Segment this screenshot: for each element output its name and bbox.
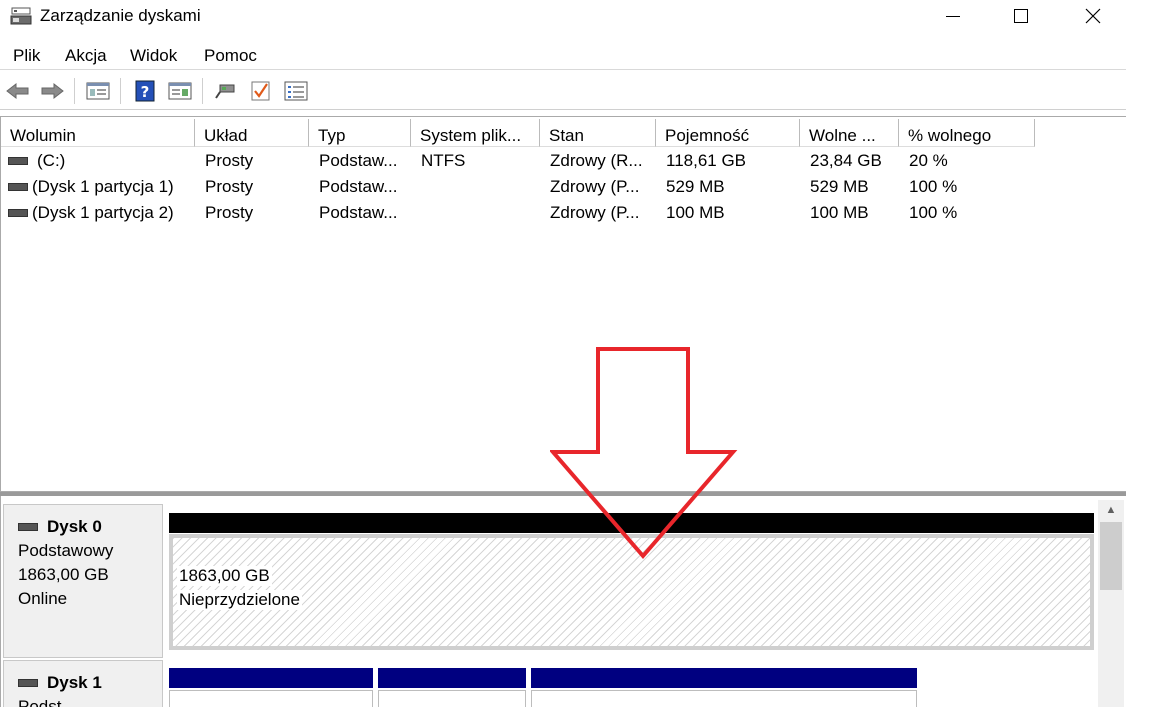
cell-system-plikow: NTFS [421, 151, 466, 170]
column-header-system-plikow[interactable]: System plik... [411, 119, 540, 147]
cell-uklad: Prosty [205, 203, 254, 222]
minimize-icon [946, 15, 960, 17]
help-button[interactable]: ? [131, 78, 159, 104]
title-bar: Zarządzanie dyskami [0, 0, 1152, 34]
table-row[interactable]: (Dysk 1 partycja 2) Prosty Podstaw... Zd… [1, 201, 1125, 227]
disk-0-type: Podstawowy [18, 541, 114, 560]
console-view-icon [86, 82, 110, 100]
unallocated-label: Nieprzydzielone [177, 590, 302, 610]
column-header-stan[interactable]: Stan [540, 119, 656, 147]
volume-icon [8, 157, 28, 165]
cell-pojemnosc: 529 MB [666, 177, 725, 196]
cell-procent-wolnego: 100 % [909, 203, 958, 222]
toolbar: ? [0, 72, 1126, 110]
forward-arrow-icon [41, 82, 64, 100]
cell-wolumin: (C:) [37, 151, 66, 170]
close-button[interactable] [1070, 0, 1116, 32]
cell-procent-wolnego: 100 % [909, 177, 958, 196]
scrollbar-thumb[interactable] [1100, 522, 1122, 590]
disk-1-partitions [167, 666, 927, 707]
maximize-icon [1014, 9, 1028, 23]
cell-wolumin: (Dysk 1 partycja 1) [32, 177, 174, 196]
disk-management-app-icon [10, 7, 32, 25]
disk-1-label[interactable]: Dysk 1 Podst [3, 660, 163, 707]
disk-0-name: Dysk 0 [47, 517, 102, 536]
cell-typ: Podstaw... [319, 177, 398, 196]
disk-icon [18, 523, 38, 531]
cell-uklad: Prosty [205, 177, 254, 196]
back-button[interactable] [4, 78, 32, 104]
maximize-button[interactable] [998, 0, 1044, 32]
table-row[interactable]: (C:) Prosty Podstaw... NTFS Zdrowy (R...… [1, 149, 1125, 175]
scroll-up-arrow-icon[interactable]: ▲ [1098, 500, 1124, 520]
cell-typ: Podstaw... [319, 151, 398, 170]
partition-2-region[interactable] [378, 690, 526, 707]
cell-typ: Podstaw... [319, 203, 398, 222]
menu-bar: Plik Akcja Widok Pomoc [0, 42, 1126, 70]
console-tree-button[interactable] [84, 78, 112, 104]
table-row[interactable]: (Dysk 1 partycja 1) Prosty Podstaw... Zd… [1, 175, 1125, 201]
cell-wolumin: (Dysk 1 partycja 2) [32, 203, 174, 222]
partition-1-region[interactable] [169, 690, 373, 707]
check-icon [251, 81, 270, 101]
volume-icon [8, 183, 28, 191]
disk-pane-scrollbar[interactable]: ▲ [1098, 500, 1124, 707]
minimize-button[interactable] [930, 0, 976, 32]
cell-procent-wolnego: 20 % [909, 151, 948, 170]
properties-view-icon [168, 82, 192, 100]
red-down-arrow-annotation [550, 347, 738, 560]
properties-view-button[interactable] [166, 78, 194, 104]
menu-akcja[interactable]: Akcja [65, 46, 107, 66]
connect-button[interactable] [212, 78, 240, 104]
close-icon [1085, 8, 1101, 24]
disk-0-size: 1863,00 GB [18, 565, 109, 584]
list-view-icon [284, 81, 308, 101]
menu-pomoc[interactable]: Pomoc [204, 46, 257, 66]
list-view-button[interactable] [282, 78, 310, 104]
forward-button[interactable] [38, 78, 66, 104]
partition-1-header-bar [169, 668, 373, 688]
column-header-wolne[interactable]: Wolne ... [800, 119, 899, 147]
disk-0-label[interactable]: Dysk 0 Podstawowy 1863,00 GB Online [3, 504, 163, 658]
cell-uklad: Prosty [205, 151, 254, 170]
menu-widok[interactable]: Widok [130, 46, 177, 66]
cell-stan: Zdrowy (R... [550, 151, 643, 170]
partition-3-region[interactable] [531, 690, 917, 707]
cell-pojemnosc: 118,61 GB [666, 151, 747, 170]
cell-stan: Zdrowy (P... [550, 177, 640, 196]
unallocated-size: 1863,00 GB [177, 566, 272, 586]
column-header-procent-wolnego[interactable]: % wolnego [899, 119, 1035, 147]
cell-pojemnosc: 100 MB [666, 203, 725, 222]
column-header-wolumin[interactable]: Wolumin [1, 119, 195, 147]
svg-text:?: ? [141, 83, 150, 101]
disk-1-type: Podst [18, 697, 62, 707]
partition-2-header-bar [378, 668, 526, 688]
cell-wolne: 23,84 GB [810, 151, 882, 170]
disk-1-name: Dysk 1 [47, 673, 102, 692]
toolbar-separator [74, 78, 75, 104]
toolbar-separator [202, 78, 203, 104]
menu-plik[interactable]: Plik [13, 46, 40, 66]
column-header-pojemnosc[interactable]: Pojemność [656, 119, 800, 147]
volume-icon [8, 209, 28, 217]
cell-wolne: 529 MB [810, 177, 869, 196]
toolbar-separator [120, 78, 121, 104]
disk-0-status: Online [18, 589, 68, 608]
column-header-uklad[interactable]: Układ [195, 119, 309, 147]
cell-stan: Zdrowy (P... [550, 203, 640, 222]
disk-icon [18, 679, 38, 687]
partition-3-header-bar [531, 668, 917, 688]
check-button[interactable] [247, 78, 275, 104]
back-arrow-icon [6, 82, 29, 100]
connect-icon [215, 84, 235, 99]
help-icon: ? [135, 80, 155, 102]
window-title: Zarządzanie dyskami [40, 6, 201, 25]
cell-wolne: 100 MB [810, 203, 869, 222]
column-header-typ[interactable]: Typ [309, 119, 411, 147]
